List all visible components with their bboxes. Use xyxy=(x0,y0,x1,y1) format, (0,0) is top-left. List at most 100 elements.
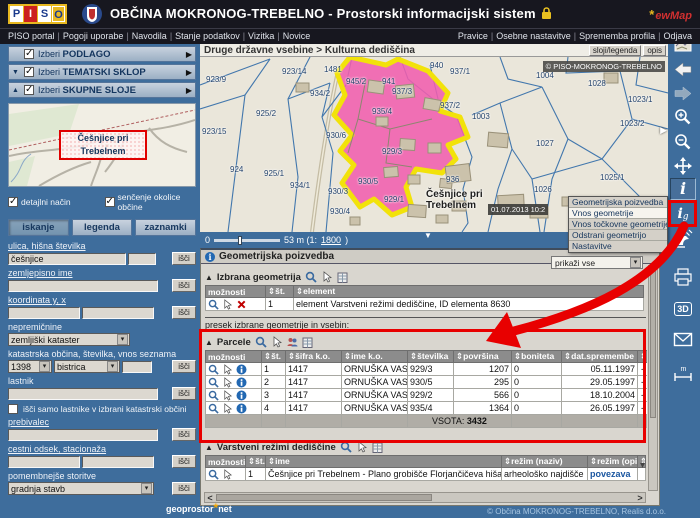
menu-item-vnos-tockovne[interactable]: Vnos točkovne geometrije xyxy=(569,219,667,230)
zoom-to-icon[interactable] xyxy=(208,390,219,401)
pointer-select-icon[interactable] xyxy=(321,271,333,283)
scroll-right-icon[interactable]: > xyxy=(635,493,645,503)
menu-pravice[interactable]: Pravice xyxy=(458,31,488,41)
koordinata-x-input[interactable] xyxy=(82,307,154,319)
scroll-down-icon[interactable]: ▾ xyxy=(640,460,645,471)
column-header[interactable]: površina xyxy=(454,351,512,363)
isci-storitve-button[interactable]: išči xyxy=(172,482,196,495)
zoom-slider-handle[interactable] xyxy=(238,236,242,245)
detajlni-nacin-checkbox[interactable] xyxy=(8,197,18,207)
lastnik-input[interactable] xyxy=(8,388,158,400)
accordion-podlago[interactable]: Izberi PODLAGO ▶ xyxy=(8,46,196,62)
scrollbar-thumb[interactable] xyxy=(650,268,656,418)
show-filter-select[interactable]: prikaži vse ▾ xyxy=(551,256,643,269)
povezava-link[interactable]: povezava xyxy=(590,469,631,479)
koordinata-label[interactable]: koordinata y, x xyxy=(8,295,196,305)
column-header[interactable]: šifra k.o. xyxy=(286,351,342,363)
menu-item-odstrani-geometrijo[interactable]: Odstrani geometrijo xyxy=(569,230,667,241)
isci-lastnik-button[interactable]: išči xyxy=(172,387,196,400)
scrollbar-thumb[interactable] xyxy=(216,494,432,501)
isci-cestni-button[interactable]: išči xyxy=(172,455,196,468)
nepremicnine-select[interactable]: zemljiški kataster▾ xyxy=(8,333,130,346)
cestni-label[interactable]: cestni odsek, stacionaža xyxy=(8,444,196,454)
collapse-icon[interactable]: ▼ xyxy=(12,69,20,76)
stacionaza-input[interactable] xyxy=(82,456,154,468)
isci-parcela-button[interactable]: išči xyxy=(172,360,196,373)
column-header[interactable]: številka xyxy=(408,351,454,363)
dropdown-arrow-icon[interactable]: ▾ xyxy=(107,361,118,372)
dropdown-arrow-icon[interactable]: ▾ xyxy=(117,334,128,345)
magnifier-icon[interactable] xyxy=(340,441,352,453)
magnifier-icon[interactable] xyxy=(305,271,317,283)
tematski-checkbox[interactable] xyxy=(24,67,34,77)
zoom-out-icon[interactable] xyxy=(670,131,696,153)
column-header[interactable]: št. xyxy=(262,351,286,363)
zoom-in-icon[interactable] xyxy=(670,106,696,128)
info-icon[interactable] xyxy=(236,364,247,375)
info-icon[interactable] xyxy=(236,403,247,414)
column-header[interactable]: element xyxy=(294,286,644,298)
menu-vizitka[interactable]: Vizitka xyxy=(248,31,274,41)
menu-pogoji-uporabe[interactable]: Pogoji uporabe xyxy=(63,31,124,41)
select-icon[interactable] xyxy=(222,469,233,480)
isci-zemljepisno-button[interactable]: išči xyxy=(172,279,196,292)
collapse-icon[interactable]: ▲ xyxy=(205,273,213,282)
delete-icon[interactable] xyxy=(236,299,247,310)
menu-sprememba-profila[interactable]: Sprememba profila xyxy=(579,31,655,41)
menu-odjava[interactable]: Odjava xyxy=(663,31,692,41)
collapse-icon[interactable]: ▲ xyxy=(205,443,213,452)
panel-collapse-icon[interactable]: ▼ xyxy=(424,231,432,240)
scale-ratio-link[interactable]: 1800 xyxy=(321,235,341,245)
expand-right-icon[interactable]: ▶ xyxy=(186,86,192,95)
prebivalec-label[interactable]: prebivalec xyxy=(8,417,196,427)
menu-item-nastavitve[interactable]: Nastavitve xyxy=(569,241,667,252)
column-header[interactable]: režim (naziv) xyxy=(502,456,588,468)
column-header[interactable]: št. xyxy=(266,286,294,298)
horizontal-scrollbar[interactable]: < > xyxy=(204,492,646,503)
hisna-stevilka-input[interactable] xyxy=(128,253,156,265)
menu-novice[interactable]: Novice xyxy=(283,31,311,41)
tab-legenda[interactable]: legenda xyxy=(72,219,133,236)
column-header[interactable]: možnosti xyxy=(206,456,246,468)
select-icon[interactable] xyxy=(222,299,233,310)
collapse-icon[interactable]: ▲ xyxy=(12,87,20,94)
skupne-checkbox[interactable] xyxy=(24,85,34,95)
piso-logo[interactable]: P I S O xyxy=(8,4,67,24)
export-icon[interactable] xyxy=(302,337,313,348)
select-icon[interactable] xyxy=(222,403,233,414)
geometry-query-icon[interactable]: ig xyxy=(670,203,696,225)
ulica-input[interactable] xyxy=(8,253,126,265)
measure-icon[interactable]: m xyxy=(670,362,696,384)
menu-stanje-podatkov[interactable]: Stanje podatkov xyxy=(175,31,240,41)
isci-prebivalec-button[interactable]: išči xyxy=(172,428,196,441)
column-header[interactable]: boniteta xyxy=(512,351,562,363)
menu-piso-portal[interactable]: PISO portal xyxy=(8,31,55,41)
select-icon[interactable] xyxy=(222,390,233,401)
dropdown-arrow-icon[interactable]: ▾ xyxy=(141,483,152,494)
identify-icon[interactable]: i xyxy=(670,178,696,200)
overview-minimap[interactable]: Češnjice pri Trebelnem xyxy=(8,103,196,187)
export-icon[interactable] xyxy=(372,442,383,453)
sloji-legenda-button[interactable]: sloji/legenda xyxy=(589,45,641,56)
pointer-select-icon[interactable] xyxy=(271,336,283,348)
send-mail-icon[interactable] xyxy=(670,328,696,350)
menu-navodila[interactable]: Navodila xyxy=(132,31,167,41)
zoom-to-icon[interactable] xyxy=(208,364,219,375)
dropdown-arrow-icon[interactable]: ▾ xyxy=(630,257,641,268)
isci-ulica-button[interactable]: išči xyxy=(172,252,196,265)
isci-koordinata-button[interactable]: išči xyxy=(172,306,196,319)
menu-osebne-nastavitve[interactable]: Osebne nastavitve xyxy=(496,31,571,41)
back-arrow-icon[interactable] xyxy=(670,58,696,80)
accordion-skupne-sloje[interactable]: ▲ Izberi SKUPNE SLOJE ▶ xyxy=(8,82,196,98)
zoom-to-icon[interactable] xyxy=(208,403,219,414)
accordion-tematski-sklop[interactable]: ▼ Izberi TEMATSKI SKLOP ▶ xyxy=(8,64,196,80)
print-icon[interactable] xyxy=(670,266,696,288)
column-header[interactable]: možnosti xyxy=(206,286,266,298)
menu-item-vnos-geometrije[interactable]: Vnos geometrije xyxy=(569,208,667,219)
sencenje-checkbox[interactable] xyxy=(105,197,115,207)
export-icon[interactable] xyxy=(337,272,348,283)
vertical-scrollbar[interactable] xyxy=(648,265,658,491)
column-header[interactable]: ⇕ xyxy=(638,351,648,363)
zoom-to-icon[interactable] xyxy=(208,299,219,310)
zoom-slider[interactable] xyxy=(214,239,280,242)
